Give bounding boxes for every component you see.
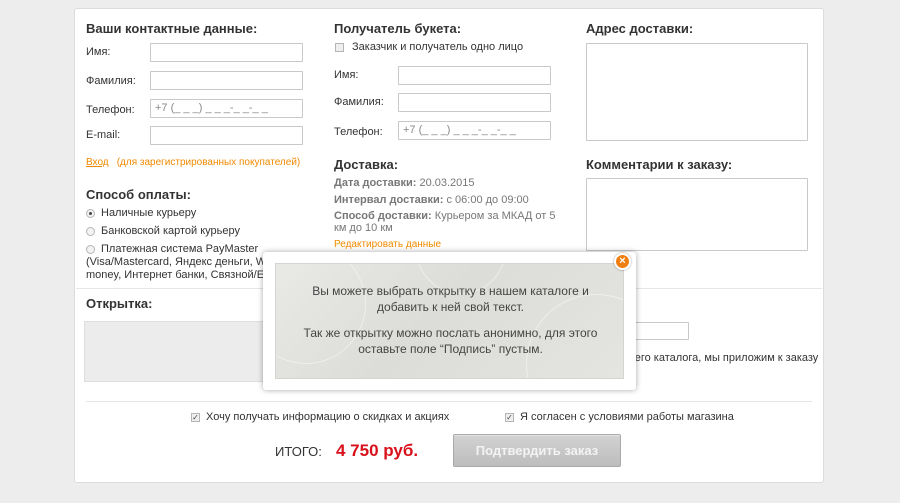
contact-phone-label: Телефон:: [86, 104, 135, 116]
same-person-label[interactable]: Заказчик и получатель одно лицо: [352, 41, 523, 53]
recipient-surname-label: Фамилия:: [334, 96, 384, 108]
postcard-info-popup: Вы можете выбрать открытку в нашем катал…: [263, 252, 636, 390]
delivery-method-value: Курьером за МКАД от 5: [434, 210, 556, 222]
payment-card-radio[interactable]: [86, 227, 95, 236]
delivery-method-value-cont: км до 10 км: [334, 222, 393, 234]
paymaster-desc-line1: (Visa/Mastercard, Яндекс деньги, We: [86, 256, 273, 268]
confirm-order-button[interactable]: Подтвердить заказ: [453, 434, 621, 467]
contact-surname-input[interactable]: [150, 71, 303, 90]
payment-paymaster-label[interactable]: Платежная система PayMaster: [101, 243, 258, 255]
contact-name-input[interactable]: [150, 43, 303, 62]
footer-divider: [86, 401, 812, 402]
payment-title: Способ оплаты:: [86, 187, 191, 202]
delivery-method-row: Способ доставки: Курьером за МКАД от 5: [334, 210, 556, 222]
agree-label[interactable]: Я согласен с условиями работы магазина: [520, 411, 734, 423]
comments-title: Комментарии к заказу:: [586, 157, 733, 172]
login-note[interactable]: (для зарегистрированных покупателей): [117, 157, 301, 168]
delivery-interval-value: с 06:00 до 09:00: [446, 194, 529, 206]
contact-phone-input[interactable]: +7 (_ _ _) _ _ _-_ _-_ _: [150, 99, 303, 118]
postcard-image-area[interactable]: [84, 321, 274, 382]
login-link-row: Вход (для зарегистрированных покупателей…: [86, 156, 300, 168]
postcard-title: Открытка:: [86, 296, 153, 311]
login-link[interactable]: Вход: [86, 157, 109, 168]
contact-surname-label: Фамилия:: [86, 75, 136, 87]
recipient-name-label: Имя:: [334, 69, 359, 81]
payment-card-label[interactable]: Банковской картой курьеру: [101, 225, 240, 237]
delivery-title: Доставка:: [334, 157, 399, 172]
payment-cash-label[interactable]: Наличные курьеру: [101, 207, 196, 219]
edit-delivery-link[interactable]: Редактировать данные: [334, 239, 441, 250]
delivery-interval-row: Интервал доставки: с 06:00 до 09:00: [334, 194, 529, 206]
same-person-checkbox[interactable]: [335, 43, 344, 52]
payment-cash-radio[interactable]: [86, 209, 95, 218]
delivery-interval-label: Интервал доставки:: [334, 194, 444, 206]
delivery-date-label: Дата доставки:: [334, 177, 417, 189]
subscribe-label[interactable]: Хочу получать информацию о скидках и акц…: [206, 411, 449, 423]
contact-email-label: E-mail:: [86, 129, 121, 141]
delivery-date-value: 20.03.2015: [419, 177, 475, 189]
payment-paymaster-radio[interactable]: [86, 245, 95, 254]
total-label: ИТОГО:: [275, 444, 322, 459]
popup-close-icon[interactable]: ×: [614, 253, 631, 270]
popup-text-1: Вы можете выбрать открытку в нашем катал…: [312, 284, 589, 314]
total-value: 4 750 руб.: [336, 441, 419, 460]
subscribe-checkbox[interactable]: ✓: [191, 413, 200, 422]
delivery-method-label: Способ доставки:: [334, 210, 432, 222]
recipient-surname-input[interactable]: [398, 93, 551, 112]
agree-checkbox[interactable]: ✓: [505, 413, 514, 422]
recipient-title: Получатель букета:: [334, 21, 462, 36]
popup-content: Вы можете выбрать открытку в нашем катал…: [275, 263, 624, 379]
comments-textarea[interactable]: [586, 178, 808, 251]
address-title: Адрес доставки:: [586, 21, 694, 36]
delivery-date-row: Дата доставки: 20.03.2015: [334, 177, 475, 189]
postcard-note: вего каталога, мы приложим к заказу: [629, 352, 819, 364]
recipient-phone-input[interactable]: +7 (_ _ _) _ _ _-_ _-_ _: [398, 121, 551, 140]
paymaster-desc-line2: money, Интернет банки, Связной/Евр: [86, 269, 277, 281]
contacts-title: Ваши контактные данные:: [86, 21, 258, 36]
popup-text-2: Так же открытку можно послать анонимно, …: [303, 326, 598, 356]
recipient-phone-label: Телефон:: [334, 126, 383, 138]
recipient-name-input[interactable]: [398, 66, 551, 85]
address-textarea[interactable]: [586, 43, 808, 141]
contact-name-label: Имя:: [86, 46, 111, 58]
contact-email-input[interactable]: [150, 126, 303, 145]
